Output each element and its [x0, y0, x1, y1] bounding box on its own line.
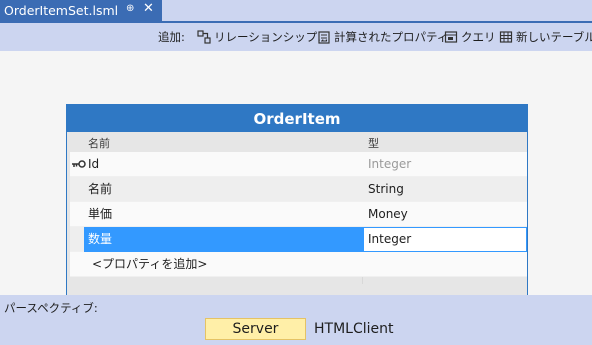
perspective-bar: パースペクティブ: Server HTMLClient	[0, 295, 592, 345]
property-name[interactable]: 名前	[88, 177, 364, 201]
property-type[interactable]: Money	[368, 202, 527, 226]
name-column-header: 名前	[88, 137, 110, 150]
designer-toolbar: 追加: リレーションシップ... 計算されたプロパティ クエリ 新しいテーブル	[0, 23, 592, 51]
add-computed-property-button[interactable]: 計算されたプロパティ	[317, 29, 448, 45]
add-property-row[interactable]: <プロパティを追加>	[70, 252, 527, 277]
type-column-header: 型	[368, 137, 379, 150]
computed-property-icon	[317, 30, 331, 44]
toolbar-add-label: 追加:	[158, 30, 185, 44]
add-new-table-label: 新しいテーブル	[516, 30, 592, 44]
grid-header-row: 名前 型	[70, 135, 527, 152]
pin-icon[interactable]: ⊕	[126, 3, 134, 14]
add-new-table-button[interactable]: 新しいテーブル	[499, 29, 592, 45]
property-grid: 名前 型 Id Integer 名前 String 単価 Money 数量 In…	[70, 135, 527, 284]
document-tab-bar: OrderItemSet.lsml ⊕ ✕	[0, 0, 592, 23]
query-icon	[444, 30, 458, 44]
perspective-server-button[interactable]: Server	[205, 318, 306, 340]
property-row-id[interactable]: Id Integer	[70, 152, 527, 177]
add-query-button[interactable]: クエリ	[444, 29, 496, 45]
new-table-icon	[499, 30, 513, 44]
add-computed-property-label: 計算されたプロパティ	[334, 30, 449, 44]
close-icon[interactable]: ✕	[143, 1, 154, 16]
property-row-unit-price[interactable]: 単価 Money	[70, 202, 527, 227]
entity-title[interactable]: OrderItem	[67, 105, 527, 132]
perspective-htmlclient-button[interactable]: HTMLClient	[314, 318, 394, 340]
property-type[interactable]: String	[368, 177, 527, 201]
property-name[interactable]: 単価	[88, 202, 364, 226]
entity-box[interactable]: OrderItem 名前 型 Id Integer 名前 String 単価 M…	[66, 104, 528, 296]
property-name[interactable]: 数量	[88, 227, 364, 251]
perspective-label: パースペクティブ:	[4, 301, 98, 315]
property-type-editor[interactable]: Integer	[368, 227, 527, 251]
add-property-link[interactable]: <プロパティを追加>	[92, 252, 368, 276]
property-name[interactable]: Id	[88, 152, 364, 176]
property-type[interactable]: Integer	[368, 152, 527, 176]
add-relationship-button[interactable]: リレーションシップ...	[197, 29, 328, 45]
add-relationship-label: リレーションシップ...	[214, 30, 329, 44]
tab-title: OrderItemSet.lsml	[4, 3, 119, 18]
document-tab[interactable]: OrderItemSet.lsml ⊕ ✕	[0, 0, 162, 21]
key-icon	[72, 158, 86, 172]
add-query-label: クエリ	[461, 30, 496, 44]
relationship-icon	[197, 30, 211, 44]
property-row-quantity[interactable]: 数量 Integer	[70, 227, 527, 252]
property-row-name[interactable]: 名前 String	[70, 177, 527, 202]
